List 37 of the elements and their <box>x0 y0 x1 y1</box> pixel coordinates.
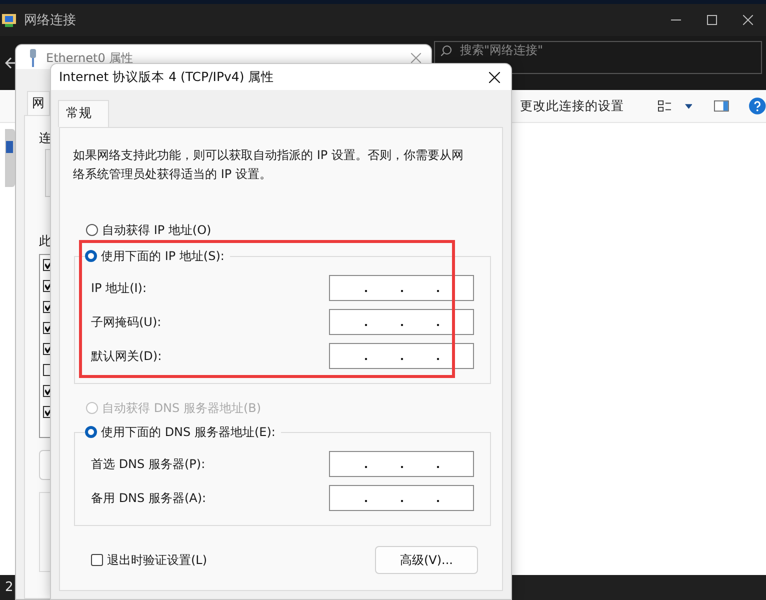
dialog-title: Ethernet0 属性 <box>46 52 134 64</box>
description-text: 如果网络支持此功能，则可以获取自动指派的 IP 设置。否则，你需要从网络系统管理员处获得适当的 IP 设置。 <box>73 147 464 183</box>
view-options-icon[interactable] <box>658 100 671 112</box>
tab[interactable]: 常规 <box>58 100 109 127</box>
ip-address-field[interactable] <box>329 451 474 477</box>
tab[interactable]: 网 <box>27 91 50 115</box>
radio-button[interactable]: 自动获得 IP 地址(O) <box>86 222 212 238</box>
back-arrow-icon[interactable] <box>5 57 17 69</box>
network-adapter-icon <box>5 141 13 153</box>
selected-connection-item[interactable] <box>5 129 15 187</box>
field-label: 默认网关(D): <box>91 348 162 364</box>
checkbox[interactable]: 退出时验证设置(L) <box>91 552 208 568</box>
advanced-button[interactable]: 高级(V)... <box>375 546 478 574</box>
field-label: 子网掩码(U): <box>91 314 162 330</box>
help-icon[interactable] <box>749 97 766 115</box>
network-folder-icon <box>2 12 18 28</box>
ip-address-field[interactable] <box>329 343 474 369</box>
ip-address-field[interactable] <box>329 309 474 335</box>
maximize-icon[interactable] <box>707 15 717 25</box>
section-label: 连 <box>39 130 52 147</box>
field-label: IP 地址(I): <box>91 280 147 296</box>
field-label: 首选 DNS 服务器(P): <box>91 456 206 472</box>
caret-icon[interactable] <box>685 104 692 108</box>
radio-button: 自动获得 DNS 服务器地址(B) <box>86 400 262 416</box>
ip-address-field[interactable] <box>329 275 474 301</box>
radio-button[interactable]: 使用下面的 DNS 服务器地址(E): <box>85 424 276 440</box>
dialog-title: Internet 协议版本 4 (TCP/IPv4) 属性 <box>59 68 274 86</box>
close-icon[interactable] <box>489 72 500 82</box>
radio-button[interactable]: 使用下面的 IP 地址(S): <box>85 248 224 264</box>
ethernet-plug-icon <box>28 49 38 67</box>
preview-pane-icon[interactable] <box>714 100 730 112</box>
search-icon <box>441 45 452 56</box>
toolbar-action[interactable]: 更改此连接的设置 <box>520 98 624 114</box>
window-title: 网络连接 <box>24 12 76 29</box>
close-icon[interactable] <box>743 15 753 25</box>
field-label: 备用 DNS 服务器(A): <box>91 490 206 506</box>
ip-address-field[interactable] <box>329 485 474 511</box>
